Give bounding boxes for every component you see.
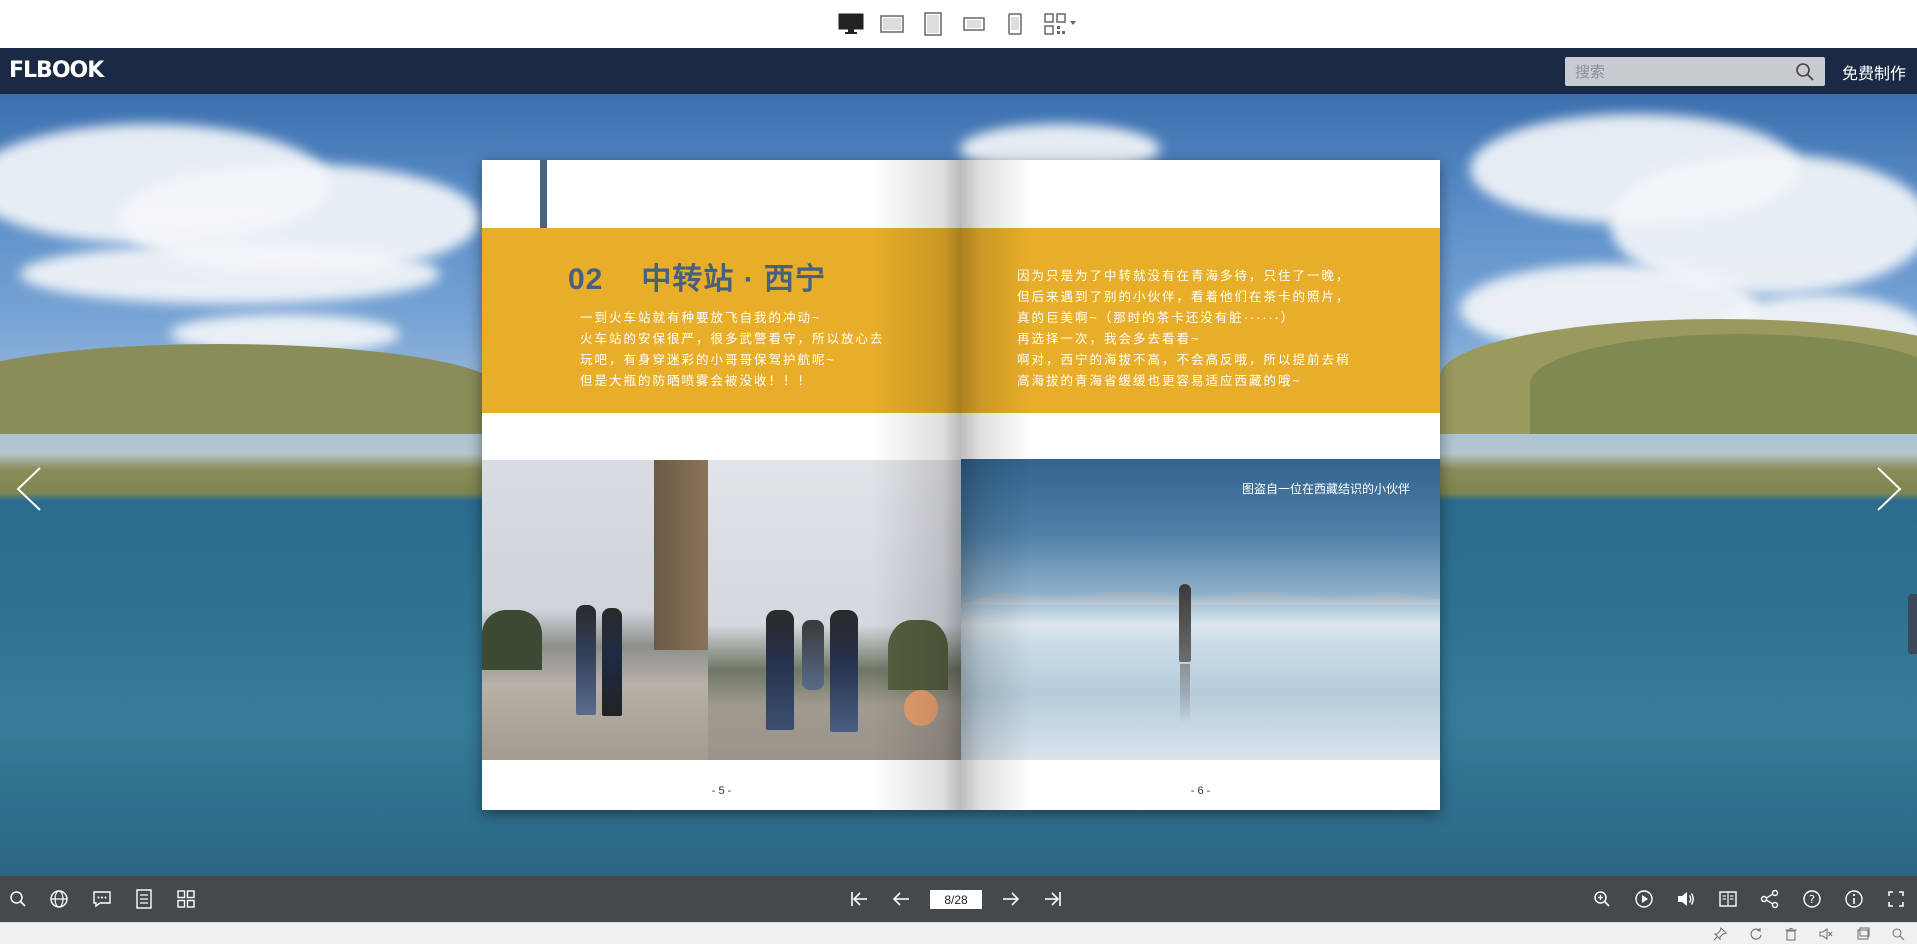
bag-shape bbox=[904, 690, 938, 726]
fullscreen-icon[interactable] bbox=[1885, 888, 1907, 910]
first-page-icon[interactable] bbox=[848, 888, 870, 910]
tablet-portrait-icon[interactable] bbox=[919, 10, 947, 38]
side-panel-tab[interactable] bbox=[1908, 594, 1917, 654]
window-icon[interactable] bbox=[1855, 927, 1871, 941]
device-mode-bar bbox=[0, 0, 1917, 48]
mute-icon[interactable] bbox=[1818, 927, 1834, 941]
reflection-shape bbox=[1180, 664, 1190, 724]
text-line: 玩吧，有身穿迷彩的小哥哥保驾护航呢~ bbox=[580, 353, 836, 367]
text-line: 再选择一次，我会多去看看~ bbox=[1017, 332, 1201, 346]
zoom-in-icon[interactable] bbox=[1591, 888, 1613, 910]
qr-code-dropdown-icon[interactable] bbox=[1042, 10, 1080, 38]
chapter-number: 02 bbox=[568, 263, 604, 296]
text-line: 但是大瓶的防晒喷雾会被没收！！！ bbox=[580, 374, 813, 388]
tablet-landscape-icon[interactable] bbox=[878, 10, 906, 38]
zoom-icon[interactable] bbox=[1890, 927, 1906, 941]
next-page-icon[interactable] bbox=[1000, 888, 1022, 910]
prev-page-icon[interactable] bbox=[890, 888, 912, 910]
trash-icon[interactable] bbox=[1783, 927, 1799, 941]
page-left[interactable]: 02 中转站 · 西宁 一到火车站就有种要放飞自我的冲动~ 火车站的安保很严，很多… bbox=[482, 160, 961, 810]
person-shape bbox=[766, 610, 794, 730]
refresh-icon[interactable] bbox=[1748, 927, 1764, 941]
building-shape bbox=[654, 460, 708, 650]
person-shape bbox=[802, 620, 824, 690]
search-box bbox=[1565, 57, 1825, 86]
mountain-shape bbox=[961, 590, 1440, 605]
person-shape bbox=[602, 608, 622, 716]
bookmark-icon[interactable] bbox=[1717, 888, 1739, 910]
text-line: 但后来遇到了别的小伙伴，看着他们在茶卡的照片， bbox=[1017, 290, 1351, 304]
help-icon[interactable]: ? bbox=[1801, 888, 1823, 910]
sound-icon[interactable] bbox=[1675, 888, 1697, 910]
desktop-mode-icon[interactable] bbox=[837, 10, 865, 38]
tree-shape bbox=[888, 620, 948, 690]
next-page-arrow[interactable] bbox=[1868, 454, 1908, 524]
phone-portrait-icon[interactable] bbox=[1001, 10, 1029, 38]
hill-shape bbox=[0, 344, 500, 434]
person-shape bbox=[830, 610, 858, 732]
flbook-logo[interactable]: FLBOOK bbox=[9, 58, 104, 83]
text-line: 啊对，西宁的海拔不高，不会高反哦，所以提前去稍 bbox=[1017, 353, 1351, 367]
page-right[interactable]: 因为只是为了中转就没有在青海多待，只住了一晚， 但后来遇到了别的小伙伴，看着他们… bbox=[961, 160, 1440, 810]
text-line: 火车站的安保很严，很多武警看守，所以放心去 bbox=[580, 332, 885, 346]
info-icon[interactable] bbox=[1843, 888, 1865, 910]
book-spread[interactable]: 02 中转站 · 西宁 一到火车站就有种要放飞自我的冲动~ 火车站的安保很严，很多… bbox=[482, 160, 1440, 810]
text-band: 因为只是为了中转就没有在青海多待，只住了一晚， 但后来遇到了别的小伙伴，看着他们… bbox=[961, 228, 1440, 413]
bottom-toolbar: ? bbox=[0, 876, 1917, 922]
person-shape bbox=[1179, 584, 1191, 662]
photo-caption: 图盗自一位在西藏结识的小伙伴 bbox=[1241, 482, 1410, 496]
station-photo-1 bbox=[482, 460, 708, 760]
right-page-text: 因为只是为了中转就没有在青海多待，只住了一晚， 但后来遇到了别的小伙伴，看着他们… bbox=[1017, 266, 1417, 392]
search-input[interactable] bbox=[1575, 61, 1785, 83]
svg-text:?: ? bbox=[1809, 893, 1815, 906]
text-line: 因为只是为了中转就没有在青海多待，只住了一晚， bbox=[1017, 269, 1351, 283]
globe-icon[interactable] bbox=[48, 888, 70, 910]
comment-icon[interactable] bbox=[91, 888, 113, 910]
person-shape bbox=[576, 605, 596, 715]
search-icon[interactable] bbox=[1795, 62, 1815, 82]
thumbnails-icon[interactable] bbox=[175, 888, 197, 910]
prev-page-arrow[interactable] bbox=[10, 454, 50, 524]
page-number-input[interactable] bbox=[930, 890, 982, 909]
autoplay-icon[interactable] bbox=[1633, 888, 1655, 910]
chapter-title: 中转站 · 西宁 bbox=[641, 263, 827, 296]
chapter-heading: 02 中转站 · 西宁 bbox=[568, 254, 826, 298]
status-bar bbox=[0, 922, 1917, 944]
page-number-right: - 6 - bbox=[1190, 785, 1211, 797]
pin-icon[interactable] bbox=[1712, 927, 1728, 941]
text-line: 真的巨美啊~（那时的茶卡还没有脏······） bbox=[1017, 311, 1296, 325]
text-line: 一到火车站就有种要放飞自我的冲动~ bbox=[580, 311, 822, 325]
text-line: 高海拔的青海省缓缓也更容易适应西藏的哦~ bbox=[1017, 374, 1302, 388]
search-icon[interactable] bbox=[7, 888, 29, 910]
salt-lake-photo: 图盗自一位在西藏结识的小伙伴 bbox=[961, 459, 1440, 760]
station-photo-2 bbox=[708, 460, 961, 760]
free-make-button[interactable]: 免费制作 bbox=[1842, 60, 1906, 84]
hill-shape bbox=[1530, 334, 1917, 434]
text-band: 02 中转站 · 西宁 一到火车站就有种要放飞自我的冲动~ 火车站的安保很严，很多… bbox=[482, 228, 961, 413]
phone-landscape-icon[interactable] bbox=[960, 10, 988, 38]
left-page-text: 一到火车站就有种要放飞自我的冲动~ 火车站的安保很严，很多武警看守，所以放心去 … bbox=[580, 308, 940, 392]
tree-shape bbox=[482, 610, 542, 670]
notes-icon[interactable] bbox=[133, 888, 155, 910]
last-page-icon[interactable] bbox=[1042, 888, 1064, 910]
cloud-shape bbox=[20, 244, 440, 304]
share-icon[interactable] bbox=[1759, 888, 1781, 910]
header-bar: FLBOOK 免费制作 bbox=[0, 48, 1917, 94]
flipbook-viewer: FLBOOK 免费制作 bbox=[0, 0, 1917, 944]
accent-bar bbox=[540, 160, 547, 228]
page-number-left: - 5 - bbox=[711, 785, 732, 797]
